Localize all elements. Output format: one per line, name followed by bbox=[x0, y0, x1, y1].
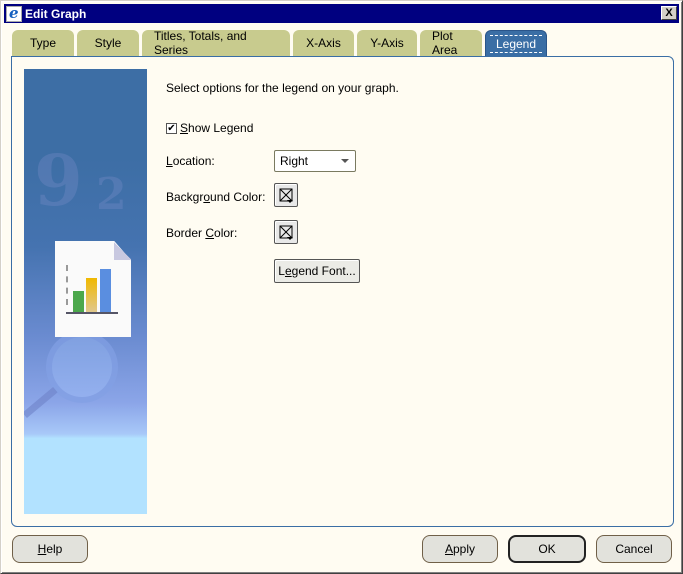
apply-button[interactable]: Apply bbox=[422, 535, 498, 563]
tab-strip: Type Style Titles, Totals, and Series X-… bbox=[12, 29, 550, 57]
border-color-label: Border Color: bbox=[166, 226, 238, 240]
tab-label: Y-Axis bbox=[370, 36, 404, 50]
location-label: Location: bbox=[166, 154, 215, 168]
no-color-icon bbox=[279, 188, 293, 203]
help-button[interactable]: Help bbox=[12, 535, 88, 563]
decorative-digit: 2 bbox=[96, 169, 127, 220]
tab-label: Type bbox=[29, 36, 56, 50]
edit-graph-dialog: Edit Graph X Type Style Titles, Totals, … bbox=[0, 0, 683, 574]
tab-label: Legend bbox=[489, 35, 543, 53]
tab-plot-area[interactable]: Plot Area bbox=[420, 29, 482, 57]
background-color-picker[interactable] bbox=[274, 183, 298, 207]
tab-label: Style bbox=[94, 36, 122, 50]
ok-button[interactable]: OK bbox=[508, 535, 586, 563]
chevron-down-icon bbox=[341, 159, 349, 163]
tab-label: X-Axis bbox=[306, 36, 341, 50]
chart-dash-line bbox=[66, 265, 68, 305]
no-color-icon bbox=[279, 225, 293, 240]
tab-titles-totals-series[interactable]: Titles, Totals, and Series bbox=[142, 29, 290, 57]
chart-axis bbox=[66, 312, 118, 314]
location-value: Right bbox=[280, 154, 309, 168]
magnifier-handle bbox=[24, 386, 58, 419]
tab-label: Plot Area bbox=[432, 29, 458, 57]
location-select[interactable]: Right bbox=[274, 150, 356, 172]
intro-text: Select options for the legend on your gr… bbox=[166, 81, 399, 95]
tab-x-axis[interactable]: X-Axis bbox=[293, 30, 354, 56]
app-icon bbox=[6, 4, 22, 22]
green-bar bbox=[73, 291, 84, 313]
show-legend-checkbox[interactable]: ✔ Show Legend bbox=[166, 121, 253, 135]
tab-label: Titles, Totals, and Series bbox=[154, 29, 247, 57]
background-color-label: Background Color: bbox=[166, 190, 266, 204]
yellow-bar bbox=[86, 278, 97, 313]
tab-y-axis[interactable]: Y-Axis bbox=[357, 30, 417, 56]
decorative-graph-illustration: 9 2 bbox=[24, 69, 147, 514]
decorative-digit: 9 bbox=[34, 139, 83, 222]
legend-panel: 9 2 Select options for the legend on you… bbox=[11, 56, 674, 527]
title-bar: Edit Graph X bbox=[4, 4, 679, 23]
close-button[interactable]: X bbox=[661, 6, 677, 20]
legend-font-button[interactable]: Le gend Font... bbox=[274, 259, 360, 283]
tab-type[interactable]: Type bbox=[12, 30, 74, 56]
tab-style[interactable]: Style bbox=[77, 30, 139, 56]
show-legend-label: Show Legend bbox=[180, 121, 254, 135]
checkbox-checked-icon[interactable]: ✔ bbox=[166, 122, 177, 134]
bar-chart-icon bbox=[66, 265, 118, 314]
cancel-button[interactable]: Cancel bbox=[596, 535, 672, 563]
tab-legend[interactable]: Legend bbox=[485, 30, 547, 57]
blue-bar bbox=[100, 269, 111, 313]
border-color-picker[interactable] bbox=[274, 220, 298, 244]
document-fold bbox=[114, 241, 131, 260]
window-title: Edit Graph bbox=[25, 6, 87, 21]
